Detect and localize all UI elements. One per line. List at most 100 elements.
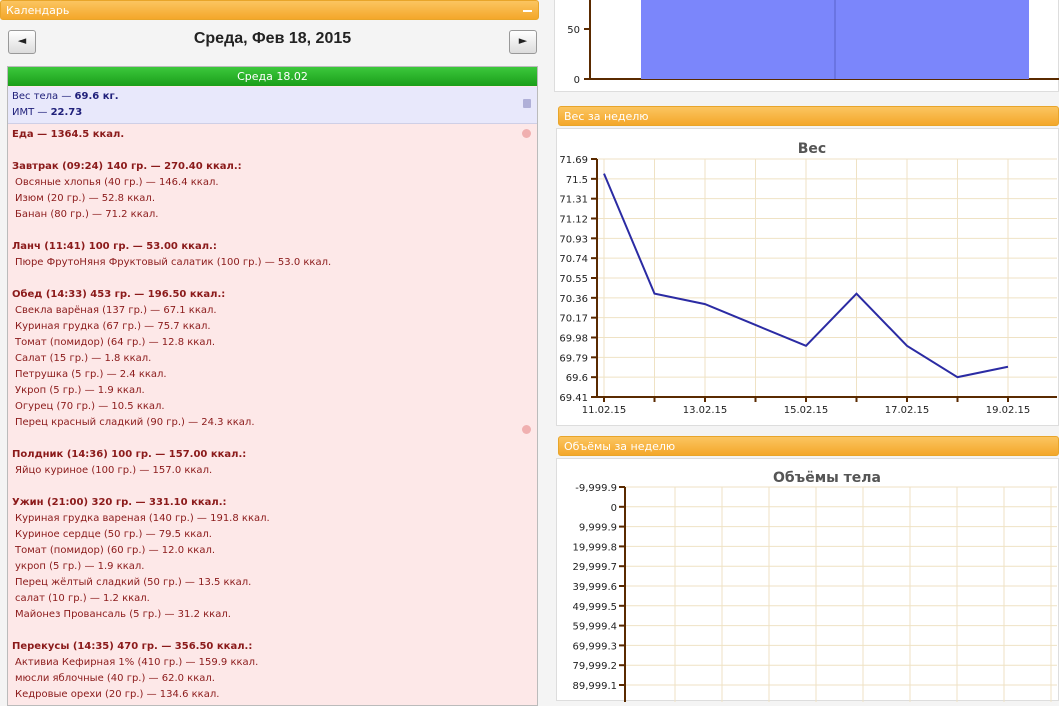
bar-chart-card: 100500 — [554, 0, 1059, 92]
meal-item[interactable]: Изюм (20 гр.) — 52.8 ккал. — [12, 191, 331, 207]
volume-week-header-label: Объёмы за неделю — [564, 440, 676, 453]
meal-item[interactable]: Банан (80 гр.) — 71.2 ккал. — [12, 207, 331, 223]
delete-icon[interactable] — [523, 99, 531, 108]
volume-chart: Объёмы тела -9,999.9 0 9,999.9 19,999.8 29,9… — [572, 470, 1057, 702]
meal-item[interactable]: Петрушка (5 гр.) — 2.4 ккал. — [12, 367, 331, 383]
meal-item[interactable]: укроп (5 гр.) — 1.9 ккал. — [12, 559, 331, 575]
bar-chart: 100500 — [567, 0, 1059, 86]
volume-y-tick-label: 19,999.8 — [572, 542, 617, 553]
next-arrow-icon: ► — [518, 34, 528, 47]
bmi-line: ИМТ — 22.73 — [12, 107, 82, 118]
date-title: Среда, Фев 18, 2015 — [193, 30, 352, 47]
weight-y-tick-label: 71.31 — [559, 195, 588, 206]
meal-item[interactable]: Активиа Кефирная 1% (410 гр.) — 159.9 кк… — [12, 655, 331, 671]
bmi-value: 22.73 — [50, 107, 83, 118]
weight-chart: Вес 71.69 71.5 71.31 71.12 70.93 70.74 70.55 70… — [559, 141, 1057, 416]
weight-y-tick-label: 69.6 — [566, 373, 588, 384]
meal-item[interactable]: Куриная грудка (67 гр.) — 75.7 ккал. — [12, 319, 331, 335]
meal-title[interactable]: Полдник (14:36) 100 гр. — 157.00 ккал.: — [12, 447, 331, 463]
meal-spacer — [12, 143, 331, 159]
calendar-column: Календарь ◄ Среда, Фев 18, 2015 ► Среда … — [0, 0, 545, 706]
meal-item[interactable]: Огурец (70 гр.) — 10.5 ккал. — [12, 399, 331, 415]
volume-chart-marks: -9,999.9 0 9,999.9 19,999.8 29,999.7 39,999.6… — [572, 483, 625, 692]
meal-item[interactable]: Перец жёлтый сладкий (50 гр.) — 13.5 кка… — [12, 575, 331, 591]
meal-spacer — [12, 479, 331, 495]
prev-day-button[interactable]: ◄ — [8, 30, 36, 54]
bar-y-tick-label: 0 — [574, 75, 580, 86]
volume-y-tick-label: 79,999.2 — [572, 661, 617, 672]
meal-item[interactable]: мюсли яблочные (40 гр.) — 62.0 ккал. — [12, 671, 331, 687]
volume-y-tick-label: 49,999.5 — [572, 602, 617, 613]
weight-y-tick-label: 70.55 — [559, 274, 588, 285]
weight-x-tick-label: 15.02.15 — [784, 405, 829, 416]
volume-y-tick-label: 0 — [611, 503, 617, 514]
meal-item[interactable]: Салат (15 гр.) — 1.8 ккал. — [12, 351, 331, 367]
meal-item[interactable]: Яйцо куриное (100 гр.) — 157.0 ккал. — [12, 463, 331, 479]
meal-title[interactable]: Ужин (21:00) 320 гр. — 331.10 ккал.: — [12, 495, 331, 511]
weight-x-tick-label: 11.02.15 — [582, 405, 627, 416]
meal-spacer — [12, 623, 331, 639]
meal-title[interactable]: Перекусы (14:35) 470 гр. — 356.50 ккал.: — [12, 639, 331, 655]
weight-chart-title: Вес — [798, 141, 826, 157]
weight-y-tick-label: 71.69 — [559, 155, 588, 166]
meal-item[interactable]: салат (10 гр.) — 1.2 ккал. — [12, 591, 331, 607]
meal-title[interactable]: Обед (14:33) 453 гр. — 196.50 ккал.: — [12, 287, 331, 303]
meal-item[interactable]: Пюре ФрутоНяня Фруктовый салатик (100 гр… — [12, 255, 331, 271]
charts-column: 100500 Вес за неделю Вес 71.6971.571.317… — [552, 0, 1059, 702]
meal-item[interactable]: Свекла варёная (137 гр.) — 67.1 ккал. — [12, 303, 331, 319]
meal-title[interactable]: Завтрак (09:24) 140 гр. — 270.40 ккал.: — [12, 159, 331, 175]
meal-item[interactable]: Укроп (5 гр.) — 1.9 ккал. — [12, 383, 331, 399]
meal-item[interactable]: Перец красный сладкий (90 гр.) — 24.3 кк… — [12, 415, 331, 431]
volume-y-tick-label: 59,999.4 — [572, 622, 617, 633]
meal-item[interactable]: Овсяные хлопья (40 гр.) — 146.4 ккал. — [12, 175, 331, 191]
day-card: Среда 18.02 Вес тела — 69.6 кг. ИМТ — 22… — [7, 66, 538, 706]
weight-chart-grid — [597, 158, 1057, 398]
bar-y-tick-label: 50 — [567, 25, 580, 36]
volume-chart-grid — [625, 486, 1057, 702]
weight-y-tick-label: 70.74 — [559, 254, 588, 265]
weight-y-tick-label: 69.41 — [559, 393, 588, 404]
weight-week-header-label: Вес за неделю — [564, 110, 649, 123]
volume-week-header[interactable]: Объёмы за неделю — [558, 436, 1059, 456]
weight-y-tick-label: 70.36 — [559, 294, 588, 305]
weight-y-tick-label: 71.12 — [559, 215, 588, 226]
meal-item[interactable]: Томат (помидор) (64 гр.) — 12.8 ккал. — [12, 335, 331, 351]
weight-x-tick-label: 17.02.15 — [885, 405, 930, 416]
meal-title[interactable]: Ланч (11:41) 100 гр. — 53.00 ккал.: — [12, 239, 331, 255]
weight-week-header[interactable]: Вес за неделю — [558, 106, 1059, 126]
meal-item[interactable]: Куриная грудка вареная (140 гр.) — 191.8… — [12, 511, 331, 527]
food-total: Еда — 1364.5 ккал. — [12, 129, 125, 140]
weight-y-tick-label: 69.79 — [559, 353, 588, 364]
bmi-label: ИМТ — — [12, 107, 51, 118]
body-weight-line: Вес тела — 69.6 кг. — [12, 91, 119, 102]
weight-entry[interactable]: Вес тела — 69.6 кг. ИМТ — 22.73 — [8, 87, 537, 124]
weight-y-tick-label: 71.5 — [566, 175, 588, 186]
weight-x-tick-label: 19.02.15 — [986, 405, 1031, 416]
next-day-button[interactable]: ► — [509, 30, 537, 54]
food-diary: Еда — 1364.5 ккал. Завтрак (09:24) 140 г… — [12, 127, 331, 703]
weight-y-tick-label: 70.17 — [559, 314, 588, 325]
volume-y-tick-label: 69,999.3 — [572, 641, 617, 652]
weight-y-tick-label: 69.98 — [559, 334, 588, 345]
volume-y-tick-label: 29,999.7 — [572, 562, 617, 573]
collapse-icon[interactable] — [523, 10, 532, 12]
meal-item[interactable]: Куриное сердце (50 гр.) — 79.5 ккал. — [12, 527, 331, 543]
day-header[interactable]: Среда 18.02 — [8, 67, 537, 86]
weight-x-tick-label: 13.02.15 — [683, 405, 728, 416]
weight-y-tick-label: 70.93 — [559, 234, 588, 245]
meal-spacer — [12, 431, 331, 447]
volume-y-tick-label: 89,999.1 — [572, 681, 617, 692]
volume-y-tick-label: 9,999.9 — [579, 523, 617, 534]
meal-item[interactable]: Томат (помидор) (60 гр.) — 12.0 ккал. — [12, 543, 331, 559]
bar-chart-marks: 100500 — [567, 0, 1029, 86]
volume-y-tick-label: 39,999.6 — [572, 582, 617, 593]
meal-item[interactable]: Майонез Провансаль (5 гр.) — 31.2 ккал. — [12, 607, 331, 623]
volume-chart-title: Объёмы тела — [773, 470, 881, 486]
meal-spacer — [12, 271, 331, 287]
prev-arrow-icon: ◄ — [17, 34, 27, 47]
edit-food-icon[interactable] — [522, 129, 531, 138]
edit-meal-icon[interactable] — [522, 425, 531, 434]
calendar-panel-header[interactable]: Календарь — [0, 0, 539, 20]
weight-value: 69.6 кг. — [74, 91, 119, 102]
weight-label: Вес тела — — [12, 91, 75, 102]
